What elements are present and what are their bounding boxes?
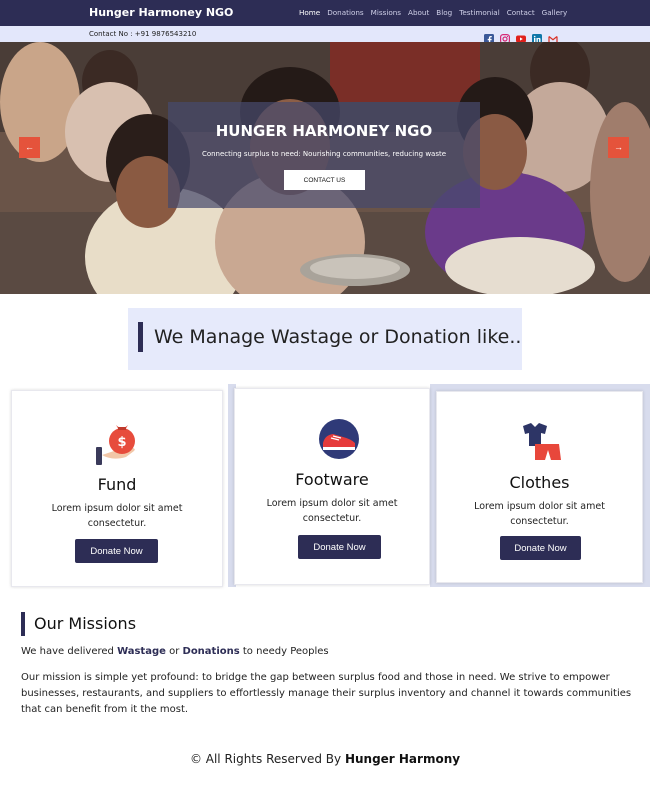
nav-link-contact[interactable]: Contact [507,8,535,17]
mission-paragraph: Our mission is simple yet profound: to b… [21,672,632,715]
nav-links: Home Donations Missions About Blog Testi… [299,8,567,17]
delivered-statement: We have delivered Wastage or Donations t… [21,646,329,657]
money-bag-icon: $ [92,417,142,471]
svg-text:$: $ [117,435,126,450]
nav-link-home[interactable]: Home [299,8,320,17]
delivered-suffix: to needy Peoples [242,646,329,657]
card-description-line1: Lorem ipsum dolor sit amet [474,501,605,512]
donate-now-button[interactable]: Donate Now [298,535,381,559]
gmail-icon[interactable] [548,29,558,42]
clothes-icon [517,420,563,470]
nav-link-missions[interactable]: Missions [371,8,401,17]
card-description-line1: Lorem ipsum dolor sit amet [266,498,398,509]
brand-name[interactable]: Hunger Harmoney NGO [89,6,233,19]
missions-accent-bar [21,612,25,636]
carousel-next-button[interactable]: → [608,137,629,158]
social-links [484,29,558,45]
delivered-donations: Donations [182,646,240,657]
card-title: Fund [97,475,137,494]
section-title: We Manage Wastage or Donation like.. [154,326,522,348]
hero-carousel: ← → HUNGER HARMONEY NGO Connecting surpl… [0,42,650,294]
card-description-line2: consectetur. [510,516,569,527]
nav-link-about[interactable]: About [408,8,429,17]
contact-us-button[interactable]: CONTACT US [284,170,365,190]
donation-card-clothes: Clothes Lorem ipsum dolor sit amet conse… [436,391,643,583]
delivered-or: or [169,646,180,657]
section-title-box: We Manage Wastage or Donation like.. [128,308,522,370]
donate-now-button[interactable]: Donate Now [75,539,158,563]
missions-title: Our Missions [34,614,137,633]
delivered-prefix: We have delivered [21,646,114,657]
youtube-icon[interactable] [516,29,526,43]
top-navbar: Hunger Harmoney NGO Home Donations Missi… [0,0,650,26]
donation-card-footware: Footware Lorem ipsum dolor sit amet cons… [234,388,430,585]
title-accent-bar [138,322,143,352]
instagram-icon[interactable] [500,29,511,45]
carousel-prev-button[interactable]: ← [19,137,40,158]
contact-strip: Contact No : +91 9876543210 [0,26,650,45]
nav-link-donations[interactable]: Donations [327,8,363,17]
hero-subtitle: Connecting surplus to need: Nourishing c… [201,150,447,158]
nav-link-gallery[interactable]: Gallery [542,8,568,17]
footer-org-name: Hunger Harmony [344,752,461,766]
nav-link-testimonial[interactable]: Testimonial [459,8,500,17]
card-title: Footware [295,470,369,489]
delivered-wastage: Wastage [117,646,166,657]
hero-title: HUNGER HARMONEY NGO [215,122,433,140]
shoe-icon [317,417,361,465]
card-description-line2: consectetur. [302,513,362,524]
nav-link-blog[interactable]: Blog [436,8,452,17]
card-description-line2: consectetur. [87,518,147,529]
footer-copyright: © All Rights Reserved By [189,752,342,766]
facebook-icon[interactable] [484,29,494,44]
card-description-line1: Lorem ipsum dolor sit amet [51,503,183,514]
linkedin-icon[interactable] [532,29,542,44]
footer: © All Rights Reserved By Hunger Harmony [0,752,650,766]
contact-number: Contact No : +91 9876543210 [89,30,197,38]
hero-caption-box: HUNGER HARMONEY NGO Connecting surplus t… [168,102,480,208]
card-title: Clothes [509,473,570,492]
donation-card-fund: $ Fund Lorem ipsum dolor sit amet consec… [11,390,223,587]
donate-now-button[interactable]: Donate Now [500,536,581,560]
